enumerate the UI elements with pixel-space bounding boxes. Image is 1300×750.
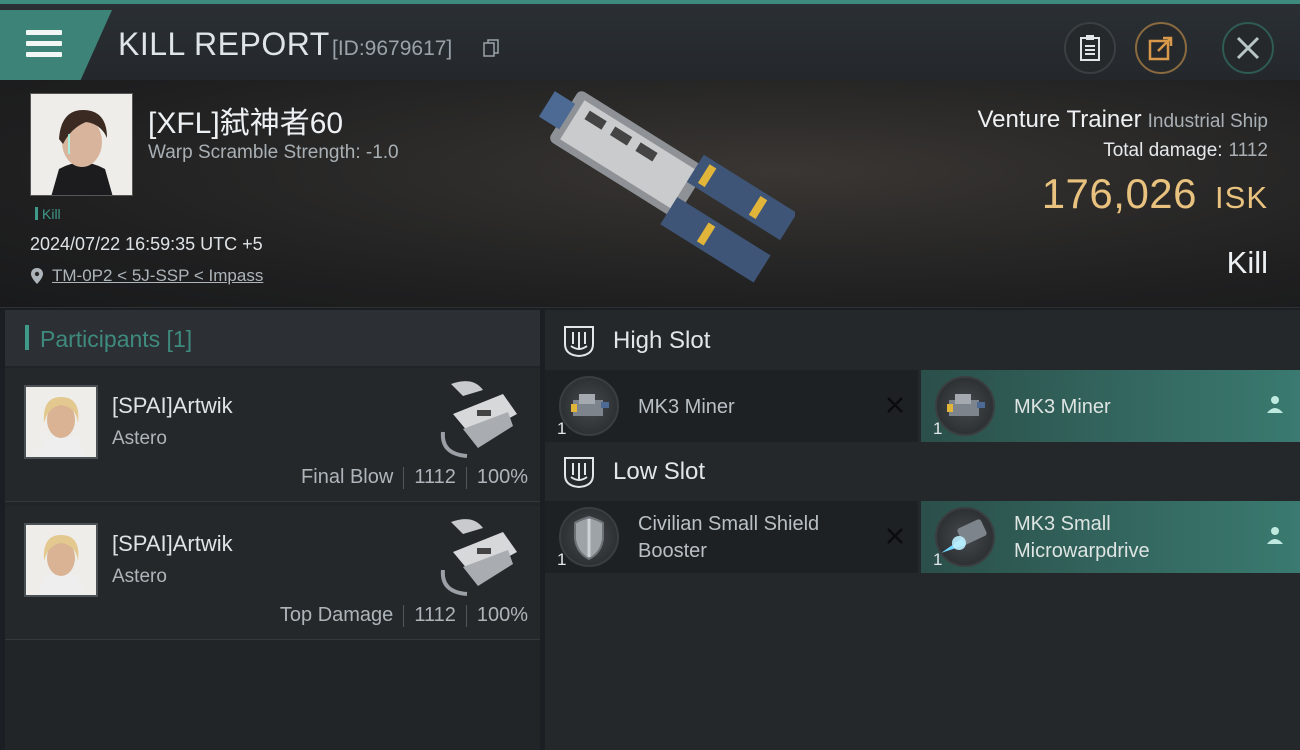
kill-location[interactable]: TM-0P2 < 5J-SSP < Impass: [30, 266, 263, 286]
isk-unit: ISK: [1215, 180, 1268, 215]
participant-stats: Final Blow 1112 100%: [301, 466, 528, 489]
ship-class: Industrial Ship: [1147, 111, 1268, 132]
module-quantity: 1: [557, 419, 567, 438]
participant-role: Final Blow: [301, 466, 394, 488]
destroyed-x-icon: [887, 397, 903, 413]
participant-name[interactable]: [SPAI]Artwik: [112, 531, 233, 557]
high-slot-icon: [564, 326, 594, 358]
module-name: MK3 Miner: [638, 396, 735, 418]
isk-value: 176,026 ISK: [1041, 170, 1268, 217]
module-quantity: 1: [557, 550, 567, 569]
participants-header[interactable]: Participants [1]: [5, 310, 540, 366]
page-title: KILL REPORT: [118, 26, 330, 62]
menu-button[interactable]: [0, 10, 112, 80]
participant-row[interactable]: [SPAI]Artwik Astero Top Damage 1112 100%: [5, 506, 540, 640]
participants-panel: Participants [1] [SPAI]Artwik Astero Fin…: [5, 310, 540, 750]
close-button[interactable]: [1222, 22, 1274, 74]
microwarpdrive-icon: [935, 507, 995, 567]
kill-tag: Kill: [35, 206, 61, 222]
low-slot-header: Low Slot: [545, 443, 1300, 501]
high-slot-module[interactable]: 1 MK3 Miner: [545, 370, 918, 442]
clipboard-icon: [1080, 35, 1100, 61]
low-slot-icon: [564, 457, 594, 489]
participant-ship: Astero: [112, 428, 167, 449]
mining-laser-icon: [935, 376, 995, 436]
avatar[interactable]: [24, 385, 98, 459]
kill-datetime: 2024/07/22 16:59:35 UTC +5: [30, 234, 263, 254]
warp-scramble-strength: Warp Scramble Strength: -1.0: [148, 142, 399, 163]
avatar[interactable]: [24, 523, 98, 597]
location-pin-icon: [31, 268, 43, 284]
participants-label: Participants [1]: [40, 326, 193, 352]
participant-role: Top Damage: [279, 604, 394, 626]
kill-result: Kill: [1226, 245, 1268, 280]
person-icon: [1267, 396, 1283, 413]
module-name: Civilian Small Shield Booster: [638, 513, 820, 562]
location-link[interactable]: TM-0P2 < 5J-SSP < Impass: [52, 266, 263, 286]
copy-icon[interactable]: [483, 39, 499, 57]
low-slot-module[interactable]: 1 MK3 Small Microwarpdrive: [921, 501, 1300, 573]
victim-hero: [XFL]弑神者60 Warp Scramble Strength: -1.0 …: [0, 80, 1300, 308]
participant-damage: 1112: [414, 466, 456, 488]
clipboard-button[interactable]: [1064, 22, 1116, 74]
module-quantity: 1: [933, 550, 943, 569]
share-icon: [1148, 36, 1173, 61]
participant-percent: 100%: [476, 604, 528, 626]
low-slot-label: Low Slot: [613, 458, 706, 485]
total-damage: Total damage: 1112: [1103, 140, 1268, 161]
participant-ship-image[interactable]: [433, 512, 523, 596]
menu-icon: [26, 30, 62, 58]
high-slot-header: High Slot: [545, 312, 1300, 370]
top-bar: KILL REPORT [ID:9679617]: [0, 0, 1300, 80]
participant-percent: 100%: [476, 466, 528, 488]
module-name: MK3 Small Microwarpdrive: [1014, 513, 1150, 562]
module-quantity: 1: [933, 419, 943, 438]
participant-damage: 1112: [414, 604, 456, 626]
high-slot-label: High Slot: [613, 327, 711, 354]
destroyed-x-icon: [887, 528, 903, 544]
victim-portrait[interactable]: [30, 93, 133, 196]
victim-ship-image[interactable]: [515, 90, 795, 300]
mining-laser-icon: [559, 376, 619, 436]
participant-row[interactable]: [SPAI]Artwik Astero Final Blow 1112 100%: [5, 368, 540, 502]
share-button[interactable]: [1135, 22, 1187, 74]
person-icon: [1267, 527, 1283, 544]
high-slot-module[interactable]: 1 MK3 Miner: [921, 370, 1300, 442]
participant-name[interactable]: [SPAI]Artwik: [112, 393, 233, 419]
shield-booster-icon: [559, 507, 619, 567]
participant-stats: Top Damage 1112 100%: [280, 604, 528, 627]
victim-pilot-name[interactable]: [XFL]弑神者60: [148, 98, 343, 142]
close-icon: [1236, 36, 1260, 60]
report-id: [ID:9679617]: [332, 37, 453, 60]
victim-ship-name[interactable]: Venture Trainer Industrial Ship: [977, 106, 1268, 134]
module-name: MK3 Miner: [1014, 396, 1111, 418]
fitting-panel: High Slot 1 MK3 Miner 1 MK3 Miner Low Sl…: [545, 310, 1300, 750]
participant-ship: Astero: [112, 566, 167, 587]
low-slot-module[interactable]: 1 Civilian Small Shield Booster: [545, 501, 918, 573]
participant-ship-image[interactable]: [433, 374, 523, 458]
